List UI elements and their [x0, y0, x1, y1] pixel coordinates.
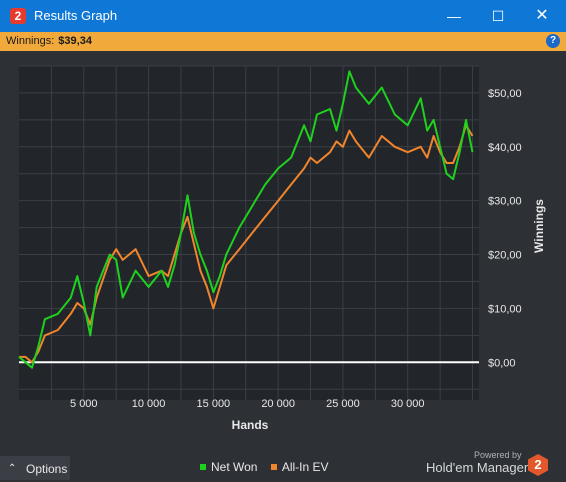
y-tick-label: $10,00 [488, 303, 522, 315]
powered-by-text: Powered by [474, 450, 522, 460]
x-axis-label: Hands [232, 418, 269, 432]
x-tick-label: 30 000 [391, 398, 425, 410]
options-button[interactable]: ⌃ Options [0, 456, 70, 480]
close-button[interactable]: ✕ [520, 0, 564, 32]
maximize-button[interactable]: ☐ [476, 0, 520, 32]
minimize-button[interactable]: — [432, 0, 476, 32]
y-tick-label: $50,00 [488, 88, 522, 100]
x-tick-label: 5 000 [70, 398, 98, 410]
x-tick-label: 15 000 [197, 398, 231, 410]
legend-label-net-won: Net Won [211, 460, 258, 474]
brand-name: Hold'em Manager [426, 460, 529, 475]
title-bar: 2 Results Graph — ☐ ✕ [0, 0, 566, 32]
legend-swatch-all-in-ev [270, 464, 277, 470]
plot-area [19, 66, 479, 400]
y-tick-label: $0,00 [488, 357, 516, 369]
winnings-value: $39,34 [58, 35, 92, 47]
y-tick-label: $30,00 [488, 196, 522, 208]
winnings-bar: Winnings: $39,34 ? [0, 32, 566, 51]
window-title: Results Graph [34, 8, 118, 23]
help-icon[interactable]: ? [546, 34, 560, 48]
legend-item-net-won: Net Won [200, 460, 257, 474]
legend-item-all-in-ev: All-In EV [270, 460, 329, 474]
legend-label-all-in-ev: All-In EV [281, 460, 329, 474]
options-label: Options [26, 462, 68, 476]
winnings-label: Winnings: [6, 35, 55, 47]
x-tick-label: 25 000 [326, 398, 360, 410]
y-tick-label: $20,00 [488, 250, 522, 262]
y-tick-labels: $0,00 $10,00 $20,00 $30,00 $40,00 $50,00 [488, 88, 522, 369]
chart-legend: Net Won All-In EV [200, 460, 339, 474]
y-tick-label: $40,00 [488, 142, 522, 154]
winnings-summary: Winnings: $39,34 [6, 35, 92, 47]
legend-swatch-net-won [200, 464, 206, 470]
bottom-bar: ⌃ Options Net Won All-In EV Powered by H… [0, 450, 566, 480]
app-logo-icon: 2 [10, 8, 26, 24]
x-tick-label: 10 000 [132, 398, 166, 410]
hm2-logo-icon: 2 [528, 454, 548, 476]
chevron-up-icon: ⌃ [8, 463, 17, 474]
y-axis-label: Winnings [532, 199, 546, 253]
x-tick-label: 20 000 [261, 398, 295, 410]
results-chart: $0,00 $10,00 $20,00 $30,00 $40,00 $50,00 5 00… [18, 65, 546, 432]
